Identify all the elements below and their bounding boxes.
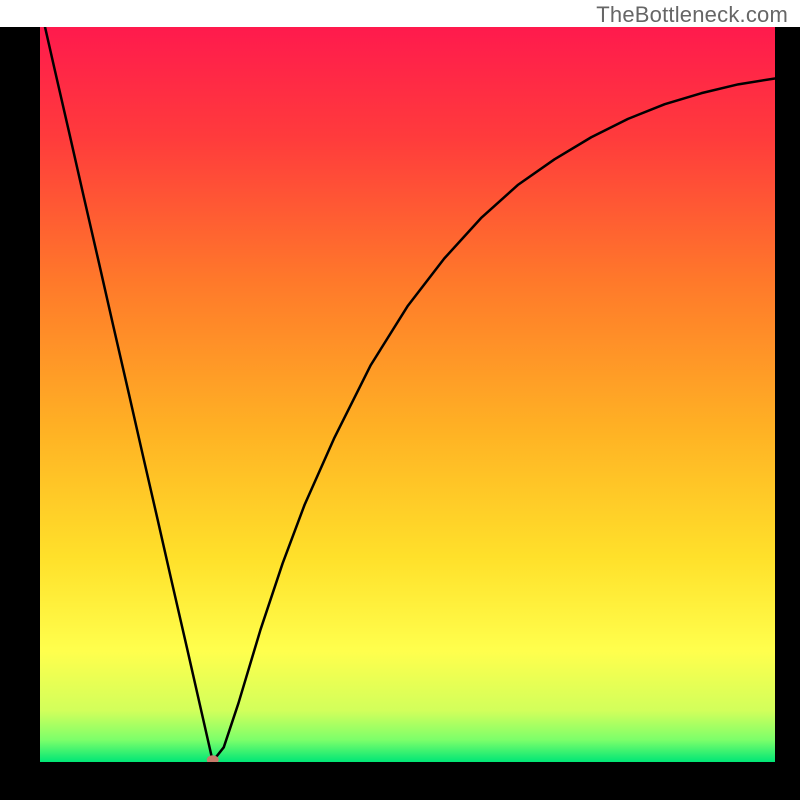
watermark-text: TheBottleneck.com xyxy=(596,2,788,28)
chart-background xyxy=(40,27,775,762)
frame-right xyxy=(775,27,800,800)
chart-svg xyxy=(0,0,800,800)
frame-left xyxy=(0,27,40,800)
chart-container: TheBottleneck.com xyxy=(0,0,800,800)
frame-bottom xyxy=(0,762,800,800)
